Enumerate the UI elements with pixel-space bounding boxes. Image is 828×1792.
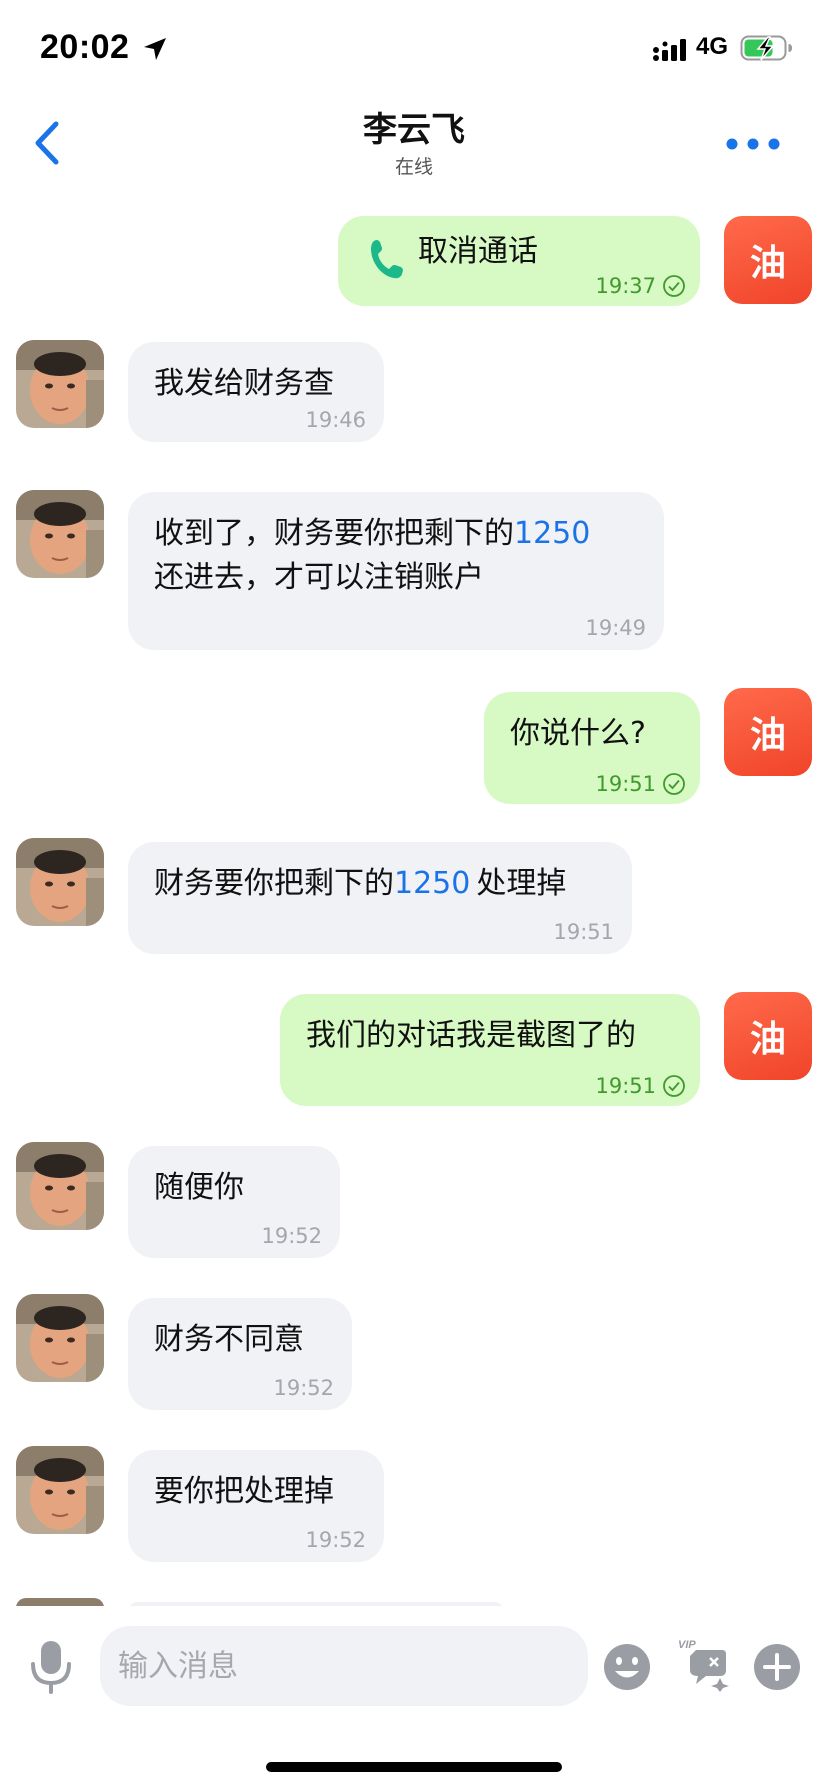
- location-arrow-icon: [144, 38, 166, 60]
- message-text: 财务要你把剩下的1250 处理掉: [154, 862, 566, 906]
- more-options-icon[interactable]: [720, 124, 786, 164]
- contact-photo: [16, 340, 104, 428]
- message-text-part: 收到了，财务要你把剩下的: [154, 516, 514, 551]
- message-timestamp: 19:51: [595, 1074, 656, 1098]
- message-timestamp: 19:49: [585, 616, 646, 640]
- call-bubble[interactable]: 取消通话 19:37: [338, 216, 700, 306]
- contact-photo: [16, 1142, 104, 1230]
- message-timestamp: 19:51: [595, 772, 656, 796]
- message-bubble[interactable]: 你说什么? 19:51: [484, 692, 700, 804]
- signal-strength-icon: [653, 39, 686, 61]
- nav-bar: 李云飞 在线: [0, 96, 828, 188]
- status-bar: 20:02 4G: [0, 0, 828, 96]
- contact-avatar[interactable]: [16, 340, 104, 428]
- read-check-icon: [663, 773, 685, 795]
- message-text-part: 财务要你把剩下的: [154, 866, 394, 901]
- chat-screen: 20:02 4G 李云飞 在线 取消通话 19:37 油 我发给财务查 19:4…: [0, 0, 828, 1792]
- message-text-part: 处理掉: [476, 866, 567, 901]
- contact-name[interactable]: 李云飞: [0, 102, 828, 151]
- contact-avatar[interactable]: [16, 490, 104, 578]
- vip-sticker-icon[interactable]: VIP: [676, 1636, 732, 1692]
- battery-charging-icon: [740, 35, 792, 61]
- message-bubble[interactable]: 我发给财务查 19:46: [128, 342, 384, 442]
- message-text: 财务不同意: [154, 1322, 304, 1357]
- message-timestamp: 19:51: [553, 920, 614, 944]
- message-text: 要你把处理掉: [154, 1474, 334, 1509]
- message-text: 取消通话: [418, 234, 538, 269]
- message-list[interactable]: 取消通话 19:37 油 我发给财务查 19:46 收到了，财务要你把剩下的12…: [0, 190, 828, 1606]
- emoji-icon[interactable]: [602, 1642, 652, 1692]
- microphone-icon[interactable]: [26, 1638, 76, 1696]
- contact-avatar[interactable]: [16, 1446, 104, 1534]
- contact-avatar[interactable]: [16, 1142, 104, 1230]
- contact-avatar[interactable]: [16, 838, 104, 926]
- message-bubble[interactable]: 财务不同意 19:52: [128, 1298, 352, 1410]
- message-text: 我发给财务查: [154, 366, 334, 401]
- contact-online-status: 在线: [394, 156, 433, 178]
- message-bubble[interactable]: 财务要你把剩下的1250 处理掉 19:51: [128, 842, 632, 954]
- contact-photo: [16, 1446, 104, 1534]
- message-bubble[interactable]: 随便你 19:52: [128, 1146, 340, 1258]
- message-timestamp: 19:46: [305, 408, 366, 432]
- my-avatar[interactable]: 油: [724, 688, 812, 776]
- message-time: 19:37: [595, 274, 686, 298]
- contact-photo: [16, 490, 104, 578]
- message-timestamp: 19:52: [305, 1528, 366, 1552]
- status-time: 20:02: [40, 28, 130, 66]
- message-text: 我们的对话我是截图了的: [306, 1018, 636, 1053]
- amount-link[interactable]: 1250: [514, 516, 590, 551]
- message-bubble[interactable]: 收到了，财务要你把剩下的1250 还进去，才可以注销账户 19:49: [128, 492, 664, 650]
- message-text: 你说什么?: [510, 716, 646, 751]
- contact-avatar-partial: [16, 1598, 104, 1606]
- home-indicator[interactable]: [266, 1762, 562, 1772]
- read-check-icon: [663, 275, 685, 297]
- message-text-part: 还进去，才可以注销账户: [154, 560, 484, 595]
- message-input[interactable]: [100, 1626, 588, 1706]
- message-bubble[interactable]: 我们的对话我是截图了的 19:51: [280, 994, 700, 1106]
- my-avatar[interactable]: 油: [724, 992, 812, 1080]
- message-outgoing: 取消通话 19:37 油: [0, 190, 828, 306]
- message-timestamp: 19:52: [273, 1376, 334, 1400]
- my-avatar[interactable]: 油: [724, 216, 812, 304]
- contact-photo: [16, 838, 104, 926]
- message-incoming: 要你把处理掉 19:52: [0, 190, 828, 1562]
- message-text: 随便你: [154, 1170, 244, 1205]
- amount-link[interactable]: 1250: [394, 866, 470, 901]
- contact-photo: [16, 1294, 104, 1382]
- contact-avatar[interactable]: [16, 1294, 104, 1382]
- add-attachment-icon[interactable]: [752, 1642, 802, 1692]
- message-bubble[interactable]: 要你把处理掉 19:52: [128, 1450, 384, 1562]
- vip-badge: VIP: [678, 1639, 696, 1651]
- message-time: 19:51: [595, 772, 686, 796]
- read-check-icon: [663, 1075, 685, 1097]
- message-timestamp: 19:37: [595, 274, 656, 298]
- message-text: 收到了，财务要你把剩下的1250 还进去，才可以注销账户: [154, 512, 590, 600]
- message-time: 19:51: [595, 1074, 686, 1098]
- message-composer: VIP: [0, 1606, 828, 1726]
- network-type: 4G: [696, 33, 729, 60]
- phone-icon: [371, 240, 403, 279]
- message-timestamp: 19:52: [261, 1224, 322, 1248]
